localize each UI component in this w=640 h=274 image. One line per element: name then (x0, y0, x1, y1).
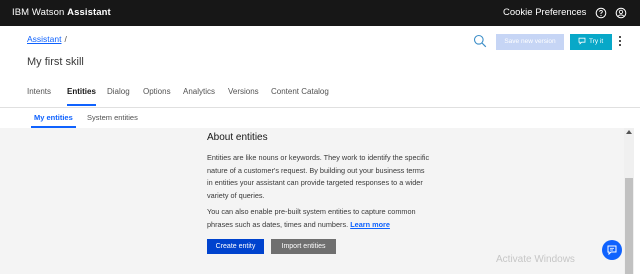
create-entity-button[interactable]: Create entity (207, 239, 264, 254)
cookie-preferences-link[interactable]: Cookie Preferences (503, 7, 586, 18)
about-entities-heading: About entities (207, 132, 268, 143)
about-entities-description: Entities are like nouns or keywords. The… (207, 153, 430, 200)
brand-prefix: IBM Watson (12, 7, 68, 18)
subtab-system-entities[interactable]: System entities (87, 113, 138, 128)
breadcrumb-assistant-link[interactable]: Assistant (27, 34, 62, 44)
brand-name: Assistant (67, 7, 111, 18)
import-entities-button[interactable]: Import entities (271, 239, 336, 254)
tab-versions[interactable]: Versions (228, 87, 259, 105)
chat-launcher-button[interactable] (602, 240, 622, 260)
try-it-button[interactable]: Try it (570, 34, 612, 50)
chat-icon (578, 37, 586, 45)
tab-entities[interactable]: Entities (67, 87, 96, 106)
tab-content-catalog[interactable]: Content Catalog (271, 87, 329, 105)
chat-bubble-icon (607, 245, 617, 255)
tab-options[interactable]: Options (143, 87, 171, 105)
subtab-my-entities[interactable]: My entities (31, 113, 76, 128)
product-brand[interactable]: IBM Watson Assistant (12, 7, 111, 18)
entity-subtabs: My entities System entities (0, 108, 640, 128)
page-title: My first skill (27, 56, 84, 68)
breadcrumb: Assistant / (27, 34, 67, 44)
content-scrollbar[interactable] (624, 128, 634, 274)
breadcrumb-separator: / (64, 34, 67, 44)
system-entities-description: You can also enable pre-built system ent… (207, 206, 432, 231)
top-navigation-bar: IBM Watson Assistant Cookie Preferences (0, 0, 640, 26)
scrollbar-thumb[interactable] (625, 178, 633, 274)
scroll-up-arrow-icon[interactable] (626, 130, 632, 134)
tab-dialog[interactable]: Dialog (107, 87, 130, 105)
search-icon[interactable] (473, 34, 487, 48)
try-it-label: Try it (589, 38, 604, 45)
learn-more-link[interactable]: Learn more (350, 220, 390, 229)
overflow-menu-icon[interactable] (617, 34, 623, 50)
activate-windows-watermark: Activate Windows (496, 254, 575, 265)
user-icon[interactable] (615, 7, 627, 19)
tab-intents[interactable]: Intents (27, 87, 51, 105)
save-new-version-button[interactable]: Save new version (496, 34, 564, 50)
tab-analytics[interactable]: Analytics (183, 87, 215, 105)
help-icon[interactable] (595, 7, 607, 19)
page-edge (634, 108, 640, 274)
entities-content-panel: About entities Entities are like nouns o… (0, 128, 624, 274)
